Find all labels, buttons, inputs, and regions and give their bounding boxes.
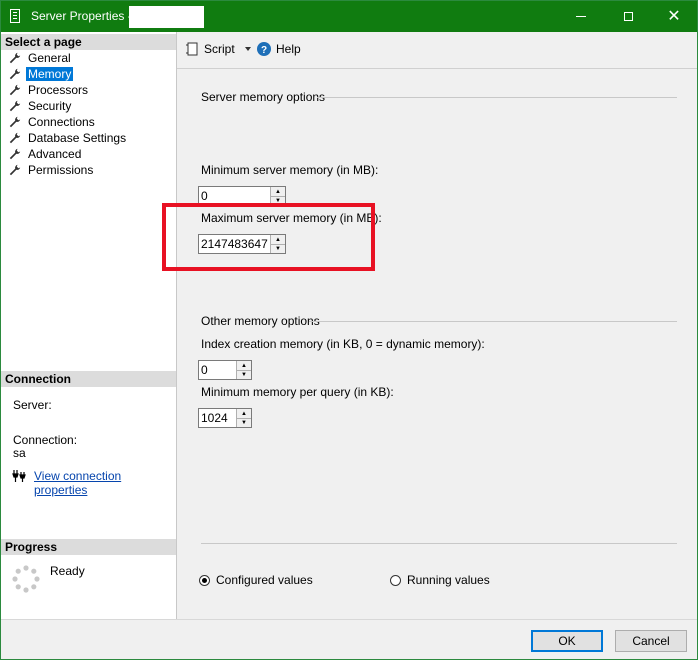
minimum-memory-per-query-input[interactable]: 1024 ▲ ▼ [198,408,252,428]
minimum-server-memory-value: 0 [201,189,208,203]
window-title: Server Properties - [31,9,132,23]
spin-down-icon[interactable]: ▼ [237,370,251,379]
maximize-icon [623,12,633,21]
page-item-label: Database Settings [28,131,127,145]
select-page-header: Select a page [1,34,176,50]
minimize-icon [576,16,586,17]
connection-user: sa [13,446,26,460]
script-button[interactable]: Script [185,40,255,58]
page-item-security[interactable]: Security [1,98,176,114]
minimum-server-memory-input[interactable]: 0 ▲ ▼ [198,186,286,206]
progress-spinner-icon [12,565,40,593]
page-item-connections[interactable]: Connections [1,114,176,130]
separator [201,543,677,544]
page-item-label: Security [28,99,72,113]
wrench-icon [9,148,21,160]
minimum-memory-per-query-value: 1024 [201,411,228,425]
page-item-database-settings[interactable]: Database Settings [1,130,176,146]
dialog-footer: OK Cancel [1,619,697,659]
toolbar: Script ? Help [177,32,697,69]
server-icon [10,9,20,23]
script-icon [186,42,198,56]
connection-label: Connection: [13,433,78,447]
minimum-memory-per-query-label: Minimum memory per query (in KB): [201,385,394,399]
page-item-memory[interactable]: Memory [1,66,176,82]
page-item-processors[interactable]: Processors [1,82,176,98]
spin-down-icon[interactable]: ▼ [271,196,285,205]
progress-header: Progress [1,539,176,555]
help-label: Help [276,42,301,56]
radio-unchecked-icon [390,574,401,586]
minimize-button[interactable] [558,1,604,32]
page-item-label: General [28,51,71,65]
minimum-server-memory-label: Minimum server memory (in MB): [201,163,379,177]
close-button[interactable]: ✕ [651,1,697,32]
spinner-arrows: ▲ ▼ [270,235,285,253]
page-list: General Memory Processors Security Connectio… [1,50,176,178]
spin-down-icon[interactable]: ▼ [271,244,285,253]
spinner-arrows: ▲ ▼ [236,361,251,379]
chevron-down-icon[interactable] [235,44,255,54]
server-properties-window: Server Properties - ✕ Select a page Gene… [0,0,698,660]
cancel-button[interactable]: Cancel [615,630,687,652]
wrench-icon [9,100,21,112]
running-values-radio[interactable]: Running values [390,573,490,587]
left-pane: Select a page General Memory Processors Sec… [1,32,177,619]
index-creation-memory-input[interactable]: 0 ▲ ▼ [198,360,252,380]
title-bar[interactable]: Server Properties - ✕ [1,1,697,32]
page-item-general[interactable]: General [1,50,176,66]
wrench-icon [9,68,21,80]
configured-values-radio[interactable]: Configured values [199,573,313,587]
view-connection-properties-link[interactable]: View connection properties [34,469,176,497]
page-item-label: Permissions [28,163,94,177]
page-item-label: Advanced [28,147,82,161]
help-icon: ? [257,42,271,56]
ok-button[interactable]: OK [531,630,603,652]
progress-status: Ready [50,564,85,578]
close-icon: ✕ [667,7,681,25]
server-label: Server: [13,398,52,412]
wrench-icon [9,84,21,96]
server-memory-options-title: Server memory options [201,90,326,104]
running-values-label: Running values [407,573,490,587]
maximum-server-memory-input[interactable]: 2147483647 ▲ ▼ [198,234,286,254]
redacted-server-name [129,6,204,28]
memory-page: Script ? Help Server memory options Mini… [177,32,697,619]
wrench-icon [9,116,21,128]
wrench-icon [9,52,21,64]
page-item-label: Processors [28,83,89,97]
svg-text:?: ? [261,45,267,56]
group-divider [309,321,677,322]
spin-down-icon[interactable]: ▼ [237,418,251,427]
page-item-label: Memory [26,67,74,81]
help-button[interactable]: ? Help [257,40,301,58]
script-label: Script [204,42,235,56]
page-item-advanced[interactable]: Advanced [1,146,176,162]
maximum-server-memory-label: Maximum server memory (in MB): [201,211,382,225]
wrench-icon [9,164,21,176]
index-creation-memory-label: Index creation memory (in KB, 0 = dynami… [201,337,485,351]
options-panel: Server memory options Minimum server mem… [177,69,697,619]
spinner-arrows: ▲ ▼ [236,409,251,427]
connection-properties-icon [12,470,26,482]
page-item-label: Connections [28,115,95,129]
maximum-server-memory-value: 2147483647 [201,237,268,251]
radio-checked-icon [199,574,210,586]
configured-values-label: Configured values [216,573,313,587]
spinner-arrows: ▲ ▼ [270,187,285,205]
index-creation-memory-value: 0 [201,363,208,377]
maximize-button[interactable] [605,1,651,32]
page-item-permissions[interactable]: Permissions [1,162,176,178]
other-memory-options-title: Other memory options [201,314,320,328]
group-divider [317,97,677,98]
connection-header: Connection [1,371,176,387]
wrench-icon [9,132,21,144]
